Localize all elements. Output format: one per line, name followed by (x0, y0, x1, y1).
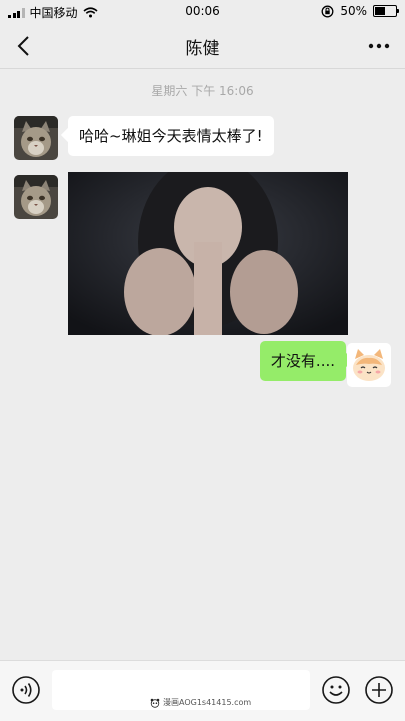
voice-button[interactable] (11, 675, 41, 705)
message-text: 才没有.... (270, 352, 335, 370)
my-avatar[interactable] (347, 343, 391, 387)
watermark-text: 漫画AOG1s41415.com (163, 698, 252, 707)
rotation-lock-icon (321, 5, 334, 17)
watermark: 漫画AOG1s41415.com (150, 697, 251, 708)
status-bar: 中国移动 00:06 50% (0, 0, 405, 24)
chat-header: 陈健 (0, 24, 405, 69)
emoji-icon (322, 676, 350, 704)
input-bar (0, 660, 405, 721)
message-text: 哈哈~琳姐今天表情太棒了! (79, 127, 263, 145)
emoji-button[interactable] (321, 675, 351, 705)
cat-avatar-image (14, 175, 58, 219)
contact-avatar[interactable] (14, 116, 58, 160)
battery-icon (373, 5, 399, 17)
sent-message-bubble[interactable]: 才没有.... (259, 341, 346, 381)
message-timestamp: 星期六 下午 16:06 (151, 84, 254, 98)
more-dots-icon (368, 43, 390, 49)
plus-icon (365, 676, 393, 704)
contact-avatar[interactable] (14, 175, 58, 219)
more-functions-button[interactable] (364, 675, 394, 705)
image-message[interactable] (68, 172, 348, 335)
photo-placeholder (68, 172, 348, 335)
cat-avatar-image (14, 116, 58, 160)
panda-logo-icon (150, 698, 160, 708)
cat-sticker-avatar-image (347, 343, 391, 387)
more-button[interactable] (365, 32, 393, 60)
battery-percent: 50% (340, 4, 367, 18)
received-message-bubble[interactable]: 哈哈~琳姐今天表情太棒了! (68, 116, 274, 156)
voice-icon (12, 676, 40, 704)
chat-title: 陈健 (185, 39, 220, 59)
